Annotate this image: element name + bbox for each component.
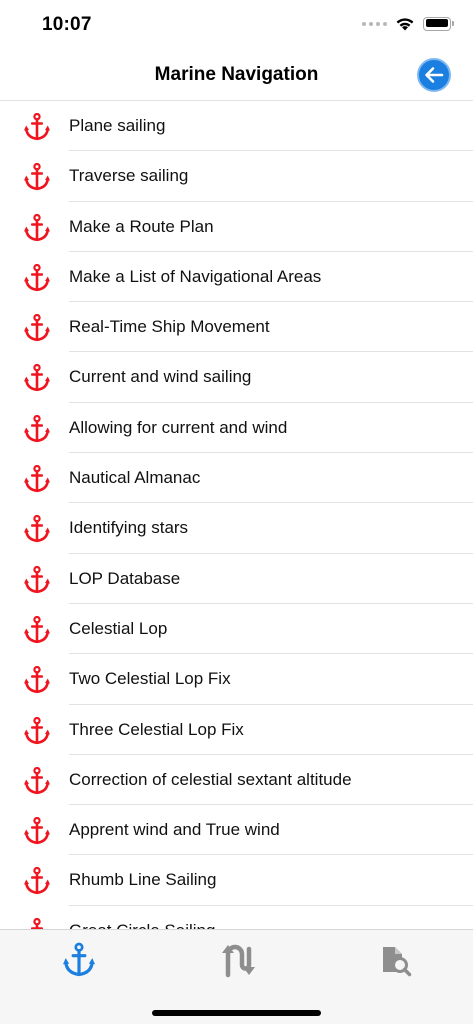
navigation-bar: Marine Navigation <box>0 52 473 100</box>
tab-route[interactable] <box>217 940 257 980</box>
tab-anchor[interactable] <box>59 940 99 980</box>
anchor-icon <box>24 112 50 141</box>
list-item[interactable]: Make a List of Navigational Areas <box>0 252 473 303</box>
list-item[interactable]: Two Celestial Lop Fix <box>0 654 473 705</box>
anchor-icon <box>24 766 50 795</box>
list-item-label: Correction of celestial sextant altitude <box>69 769 352 789</box>
battery-icon <box>423 16 454 31</box>
list-item-label: Real-Time Ship Movement <box>69 317 270 337</box>
anchor-icon <box>24 414 50 443</box>
tab-bar <box>0 929 473 1024</box>
list-item[interactable]: Rhumb Line Sailing <box>0 855 473 906</box>
anchor-icon <box>24 263 50 292</box>
document-search-icon <box>383 947 412 977</box>
list-item[interactable]: Nautical Almanac <box>0 453 473 504</box>
list-item-label: Nautical Almanac <box>69 468 201 488</box>
list-item[interactable]: Celestial Lop <box>0 604 473 655</box>
list-item[interactable]: Correction of celestial sextant altitude <box>0 755 473 806</box>
list-item[interactable]: Great Circle Sailing <box>0 906 473 929</box>
list-item-label: Traverse sailing <box>69 166 189 186</box>
list-item-label: Identifying stars <box>69 518 189 538</box>
list-item[interactable]: Real-Time Ship Movement <box>0 302 473 353</box>
anchor-icon <box>24 364 50 392</box>
list-item-label: Make a List of Navigational Areas <box>69 266 322 286</box>
anchor-icon <box>24 213 50 242</box>
anchor-icon <box>24 716 50 745</box>
list-item[interactable]: LOP Database <box>0 554 473 604</box>
screen: 10:07 Marine Navigation Plane sailing Tr… <box>0 0 473 1024</box>
anchor-icon <box>24 867 50 895</box>
back-arrow-icon <box>425 67 444 83</box>
list-item[interactable]: Current and wind sailing <box>0 352 473 403</box>
anchor-icon <box>24 515 50 543</box>
list-item-label: Great Circle Sailing <box>69 906 215 929</box>
anchor-icon <box>24 666 50 694</box>
list-item-label: Three Celestial Lop Fix <box>69 719 244 739</box>
list-item[interactable]: Make a Route Plan <box>0 202 473 252</box>
status-bar: 10:07 <box>0 0 473 52</box>
anchor-icon <box>24 163 50 191</box>
list-item[interactable]: Plane sailing <box>0 101 473 152</box>
list-item-label: Apprent wind and True wind <box>69 820 280 840</box>
anchor-icon <box>63 942 95 977</box>
anchor-icon <box>24 464 50 493</box>
page-title: Marine Navigation <box>154 64 319 85</box>
list-item-label: Plane sailing <box>69 116 166 135</box>
list-item[interactable]: Three Celestial Lop Fix <box>0 705 473 755</box>
anchor-icon <box>24 817 50 845</box>
back-button[interactable] <box>417 58 451 92</box>
list-item[interactable]: Identifying stars <box>0 503 473 554</box>
list-item-label: Allowing for current and wind <box>69 417 288 437</box>
list-item-label: Current and wind sailing <box>69 367 252 387</box>
home-indicator <box>152 1010 321 1016</box>
list-item[interactable]: Apprent wind and True wind <box>0 805 473 856</box>
anchor-icon <box>24 565 50 594</box>
menu-list: Plane sailing Traverse sailing Make a Ro… <box>0 100 473 929</box>
anchor-icon <box>24 917 50 929</box>
anchor-icon <box>24 314 50 342</box>
route-arrows-icon <box>222 944 255 978</box>
list-item-label: Celestial Lop <box>69 618 168 638</box>
list-item-label: Make a Route Plan <box>69 216 214 236</box>
list-item[interactable]: Traverse sailing <box>0 151 473 202</box>
wifi-icon <box>396 18 414 31</box>
status-icons <box>362 16 454 31</box>
list-item-label: Rhumb Line Sailing <box>69 870 217 890</box>
list-item-label: LOP Database <box>69 568 181 588</box>
anchor-icon <box>24 615 50 644</box>
tab-document-search[interactable] <box>375 940 415 980</box>
list-item-label: Two Celestial Lop Fix <box>69 669 231 689</box>
cellular-signal-icon <box>362 21 387 26</box>
list-item[interactable]: Allowing for current and wind <box>0 403 473 454</box>
status-time: 10:07 <box>42 14 92 35</box>
